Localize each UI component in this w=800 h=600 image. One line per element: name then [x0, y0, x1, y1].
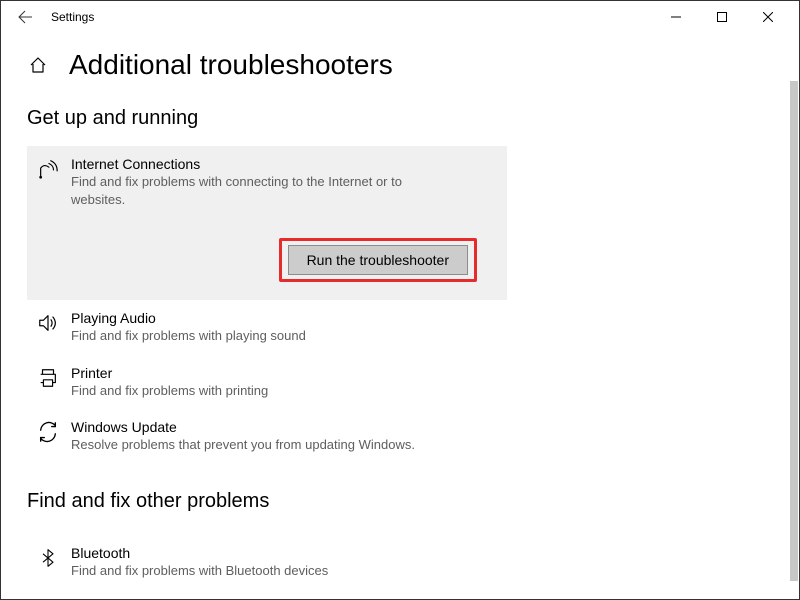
- vertical-scrollbar[interactable]: [790, 81, 798, 581]
- troubleshooter-desc: Resolve problems that prevent you from u…: [71, 436, 451, 454]
- printer-icon: [33, 365, 63, 400]
- troubleshooter-text: Bluetooth Find and fix problems with Blu…: [63, 545, 495, 580]
- section-get-running-title: Get up and running: [27, 107, 773, 130]
- content-area: Additional troubleshooters Get up and ru…: [1, 33, 799, 597]
- troubleshooter-desc: Find and fix problems with playing sound: [71, 327, 451, 345]
- section-other-problems-title: Find and fix other problems: [27, 490, 773, 513]
- close-icon: [763, 12, 773, 22]
- refresh-icon: [33, 419, 63, 454]
- troubleshooter-text: Windows Update Resolve problems that pre…: [63, 419, 495, 454]
- run-row: Run the troubleshooter: [33, 238, 495, 282]
- minimize-button[interactable]: [653, 1, 699, 33]
- titlebar: Settings: [1, 1, 799, 33]
- troubleshooter-name: Internet Connections: [71, 156, 495, 172]
- run-troubleshooter-button[interactable]: Run the troubleshooter: [288, 245, 468, 275]
- run-button-highlight: Run the troubleshooter: [279, 238, 477, 282]
- troubleshooter-bluetooth[interactable]: Bluetooth Find and fix problems with Blu…: [27, 535, 507, 590]
- troubleshooter-name: Bluetooth: [71, 545, 495, 561]
- troubleshooter-desc: Find and fix problems with Bluetooth dev…: [71, 562, 451, 580]
- arrow-left-icon: [17, 9, 33, 25]
- troubleshooter-text: Playing Audio Find and fix problems with…: [63, 310, 495, 345]
- troubleshooter-internet-connections[interactable]: Internet Connections Find and fix proble…: [27, 146, 507, 300]
- close-button[interactable]: [745, 1, 791, 33]
- troubleshooter-windows-update[interactable]: Windows Update Resolve problems that pre…: [27, 409, 507, 464]
- speaker-icon: [33, 310, 63, 345]
- troubleshooter-name: Playing Audio: [71, 310, 495, 326]
- troubleshooter-name: Printer: [71, 365, 495, 381]
- troubleshooter-text: Printer Find and fix problems with print…: [63, 365, 495, 400]
- maximize-icon: [717, 12, 727, 22]
- settings-window: Settings Additional troubleshooters Get …: [0, 0, 800, 600]
- back-button[interactable]: [13, 5, 37, 29]
- minimize-icon: [671, 12, 681, 22]
- troubleshooter-name: Windows Update: [71, 419, 495, 435]
- maximize-button[interactable]: [699, 1, 745, 33]
- troubleshooter-text: Internet Connections Find and fix proble…: [63, 156, 495, 208]
- window-title: Settings: [51, 10, 653, 24]
- bluetooth-icon: [33, 545, 63, 580]
- troubleshooter-desc: Find and fix problems with connecting to…: [71, 173, 451, 208]
- troubleshooter-playing-audio[interactable]: Playing Audio Find and fix problems with…: [27, 300, 507, 355]
- home-button[interactable]: [27, 54, 49, 76]
- home-icon: [28, 55, 48, 75]
- network-icon: [33, 156, 63, 208]
- page-header: Additional troubleshooters: [27, 49, 773, 81]
- troubleshooter-printer[interactable]: Printer Find and fix problems with print…: [27, 355, 507, 410]
- page-title: Additional troubleshooters: [69, 49, 393, 81]
- troubleshooter-desc: Find and fix problems with printing: [71, 382, 451, 400]
